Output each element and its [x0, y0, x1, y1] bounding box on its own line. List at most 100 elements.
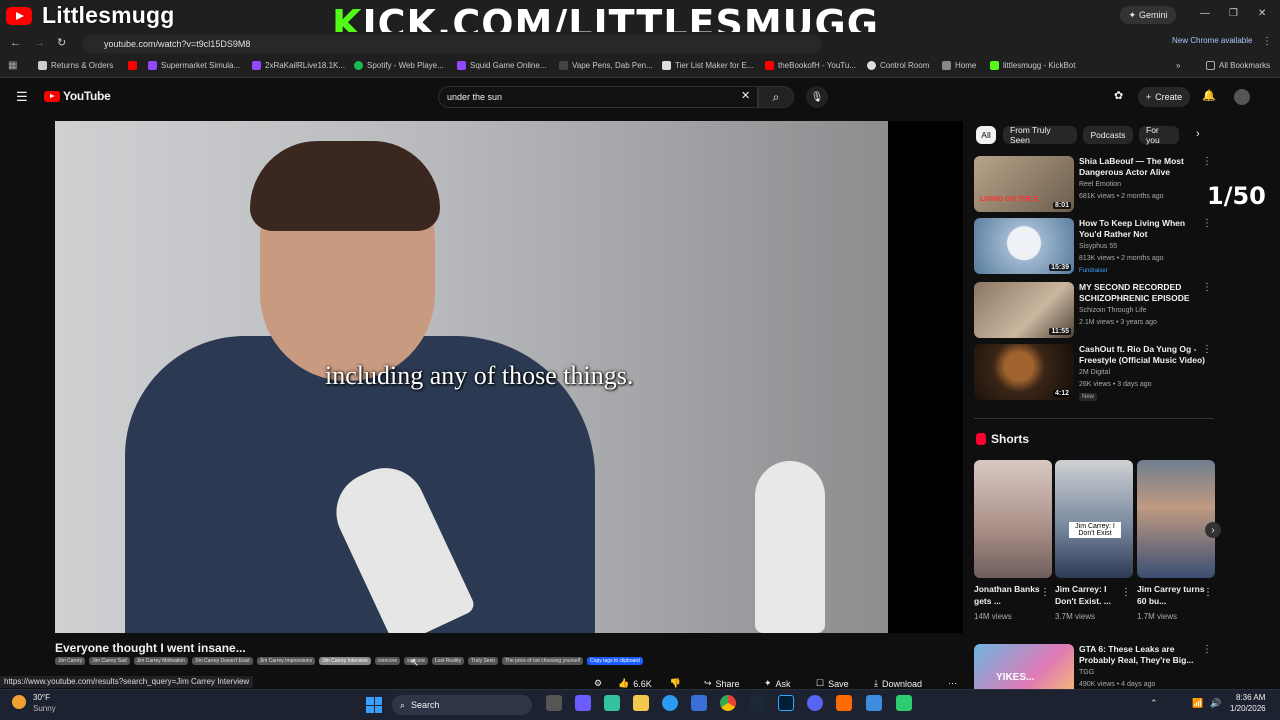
video-player[interactable]: including any of those things. [55, 121, 963, 633]
chip-for-you[interactable]: For you [1139, 125, 1179, 145]
bookmark-6[interactable]: Tier List Maker for E... [662, 61, 753, 70]
download-button[interactable]: ⤓ Download [874, 678, 922, 689]
discord-icon[interactable] [807, 695, 823, 711]
edge-icon[interactable] [662, 695, 678, 711]
dislike-icon[interactable]: 👎 [670, 678, 681, 689]
rec-title[interactable]: Shia LaBeouf — The Most Dangerous Actor … [1079, 156, 1207, 178]
short-thumbnail[interactable] [1137, 460, 1215, 578]
list-item[interactable]: 4:12 CashOut ft. Rio Da Yung Og - Freest… [974, 344, 1214, 402]
bookmark-5[interactable]: Vape Pens, Dab Pen... [559, 61, 653, 70]
list-item[interactable]: YIKES... GTA 6: These Leaks are Probably… [974, 644, 1214, 689]
weather-desc[interactable]: Sunny [33, 704, 56, 713]
tag-chip[interactable]: Truly Seen [468, 657, 499, 665]
video-thumbnail[interactable]: LIVING ON THE E 8:01 [974, 156, 1074, 212]
tray-overflow-icon[interactable]: ⌃ [1150, 698, 1158, 709]
app-icon[interactable] [866, 695, 882, 711]
clear-search-icon[interactable]: ✕ [741, 89, 750, 102]
rec-channel[interactable]: Reel Emotion [1079, 181, 1121, 188]
rec-channel[interactable]: TGG [1079, 669, 1094, 676]
more-actions-icon[interactable]: ⋯ [948, 678, 957, 689]
tag-chip-hovered[interactable]: Jim Carrey Interview [319, 657, 371, 665]
youtube-home-logo[interactable]: YouTube [44, 89, 111, 103]
video-thumbnail[interactable]: 11:55 [974, 282, 1074, 338]
hamburger-menu-icon[interactable]: ☰ [16, 89, 28, 105]
store-icon[interactable] [691, 695, 707, 711]
ask-button[interactable]: ✦ Ask [764, 678, 791, 689]
task-view-icon[interactable] [546, 695, 562, 711]
rec-channel[interactable]: Schizoin Through Life [1079, 307, 1147, 314]
tag-chip[interactable]: The price of not choosing yourself [502, 657, 584, 665]
teams-icon[interactable] [575, 695, 591, 711]
short-thumbnail[interactable]: Jim Carrey: I Don't Exist [1055, 460, 1133, 578]
more-vert-icon[interactable]: ⋮ [1202, 282, 1212, 293]
maximize-button[interactable]: ❐ [1229, 8, 1238, 19]
bookmark-10[interactable]: littlesmugg - KickBot [990, 61, 1075, 70]
search-input[interactable]: under the sun [438, 86, 758, 108]
tag-chip[interactable]: Jim Carrey Doesn't Exist [191, 657, 253, 665]
short-title[interactable]: Jim Carrey: I Don't Exist. ... [1055, 583, 1125, 607]
like-count[interactable]: 6.6K [633, 679, 652, 689]
clock-date[interactable]: 1/20/2026 [1230, 704, 1266, 713]
back-arrow-icon[interactable]: ← [10, 37, 21, 49]
bookmark-9[interactable]: Home [942, 61, 976, 70]
bookmark-2[interactable]: 2xRaKailRLive18.1K... [252, 61, 345, 70]
photoshop-icon[interactable] [778, 695, 794, 711]
more-vert-icon[interactable]: ⋮ [1203, 587, 1213, 598]
volume-icon[interactable]: 🔊 [1210, 698, 1221, 709]
tag-chip[interactable]: Jim Carrey Sad [89, 657, 130, 665]
wifi-icon[interactable]: 📶 [1192, 698, 1203, 709]
reload-icon[interactable]: ↻ [57, 36, 66, 49]
copy-tags-button[interactable]: Copy tags to clipboard [587, 657, 643, 665]
chrome-icon[interactable] [720, 695, 736, 711]
tag-chip[interactable]: Jim Carrey [55, 657, 86, 665]
avatar[interactable] [1234, 89, 1250, 105]
taskbar-search[interactable]: ⌕ Search [392, 695, 532, 715]
video-thumbnail[interactable]: 15:39 [974, 218, 1074, 274]
windows-start-icon[interactable] [366, 697, 382, 713]
list-item[interactable]: 11:55 MY SECOND RECORDED SCHIZOPHRENIC E… [974, 282, 1214, 340]
create-button[interactable]: + Create [1138, 87, 1190, 107]
gemini-button[interactable]: ✦ Gemini [1120, 6, 1176, 24]
chip-podcasts[interactable]: Podcasts [1083, 126, 1133, 144]
url-field[interactable]: youtube.com/watch?v=t9cl15DS9M8 [82, 35, 822, 53]
list-item[interactable]: LIVING ON THE E 8:01 Shia LaBeouf — The … [974, 156, 1214, 214]
extension-icon[interactable]: ✿ [1114, 89, 1123, 102]
short-title[interactable]: Jim Carrey turns 60 bu... [1137, 583, 1207, 607]
rec-channel[interactable]: 2M Digital [1079, 369, 1110, 376]
minimize-button[interactable]: — [1200, 8, 1210, 19]
tag-chip[interactable]: Jim Carrey Impressions [256, 657, 316, 665]
notifications-bell-icon[interactable]: 🔔 [1202, 89, 1216, 102]
steam-icon[interactable] [749, 695, 765, 711]
video-thumbnail[interactable]: 4:12 [974, 344, 1074, 400]
bookmark-1[interactable]: Supermarket Simula... [148, 61, 240, 70]
extension-action-icon[interactable]: ⚙ [594, 678, 602, 689]
bookmark-7[interactable]: theBookofH - YouTu... [765, 61, 856, 70]
weather-temp[interactable]: 30°F [33, 693, 50, 702]
bookmark-0[interactable]: Returns & Orders [38, 61, 113, 70]
like-icon[interactable]: 👍 [618, 678, 629, 689]
rec-title[interactable]: How To Keep Living When You'd Rather Not [1079, 218, 1207, 240]
apps-grid-icon[interactable]: ▦ [8, 60, 17, 71]
clock-time[interactable]: 8:36 AM [1236, 693, 1265, 702]
new-chrome-available-button[interactable]: New Chrome available [1172, 36, 1252, 45]
more-vert-icon[interactable]: ⋮ [1202, 156, 1212, 167]
file-explorer-icon[interactable] [633, 695, 649, 711]
tag-chip[interactable]: corecore [374, 657, 401, 665]
rec-channel[interactable]: Sisyphus 55 [1079, 243, 1117, 250]
chrome-menu-icon[interactable]: ⋮ [1262, 36, 1272, 47]
list-item[interactable]: 15:39 How To Keep Living When You'd Rath… [974, 218, 1214, 276]
more-vert-icon[interactable]: ⋮ [1202, 644, 1212, 655]
bookmark-4[interactable]: Squid Game Online... [457, 61, 546, 70]
bookmarks-overflow-icon[interactable]: » [1176, 61, 1180, 70]
rec-title[interactable]: MY SECOND RECORDED SCHIZOPHRENIC EPISODE [1079, 282, 1207, 304]
short-thumbnail[interactable] [974, 460, 1052, 578]
bookmark-youtube[interactable] [128, 61, 137, 70]
save-button[interactable]: ☐ Save [816, 678, 849, 689]
share-button[interactable]: ↪ Share [704, 678, 740, 689]
app-icon[interactable] [896, 695, 912, 711]
chip-from-truly-seen[interactable]: From Truly Seen [1003, 125, 1077, 145]
more-vert-icon[interactable]: ⋮ [1202, 218, 1212, 229]
forward-arrow-icon[interactable]: → [34, 37, 45, 49]
more-vert-icon[interactable]: ⋮ [1040, 587, 1050, 598]
bookmark-3[interactable]: Spotify - Web Playe... [354, 61, 444, 70]
